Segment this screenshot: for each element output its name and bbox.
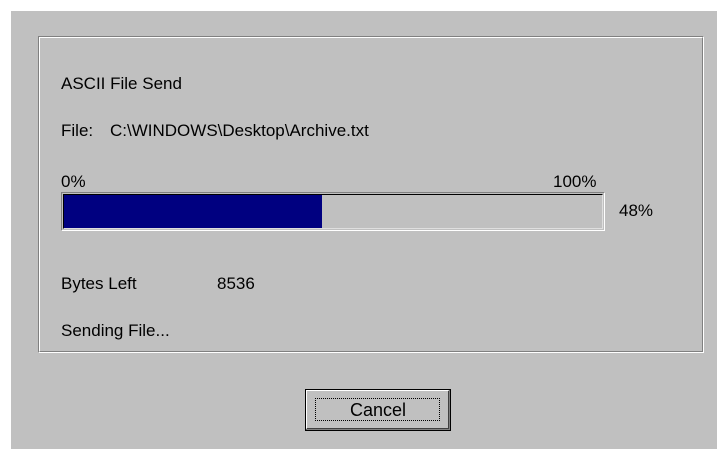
cancel-button-label: Cancel [349, 399, 407, 420]
status-text: Sending File... [61, 321, 170, 340]
ascii-file-send-dialog: ASCII File Send File: C:\WINDOWS\Desktop… [10, 10, 717, 449]
bytes-left-value: 8536 [217, 274, 255, 293]
cancel-button[interactable]: Cancel [305, 389, 451, 431]
file-label: File: [61, 121, 94, 140]
transfer-group-box: ASCII File Send File: C:\WINDOWS\Desktop… [38, 36, 704, 353]
bytes-left-label: Bytes Left [61, 274, 137, 293]
progress-max-label: 100% [553, 172, 597, 191]
progress-min-label: 0% [61, 172, 86, 191]
progress-bar-fill [64, 195, 323, 228]
progress-bar [61, 192, 605, 231]
dialog-title: ASCII File Send [61, 74, 182, 93]
progress-percent: 48% [619, 201, 654, 220]
file-path: C:\WINDOWS\Desktop\Archive.txt [110, 121, 369, 140]
